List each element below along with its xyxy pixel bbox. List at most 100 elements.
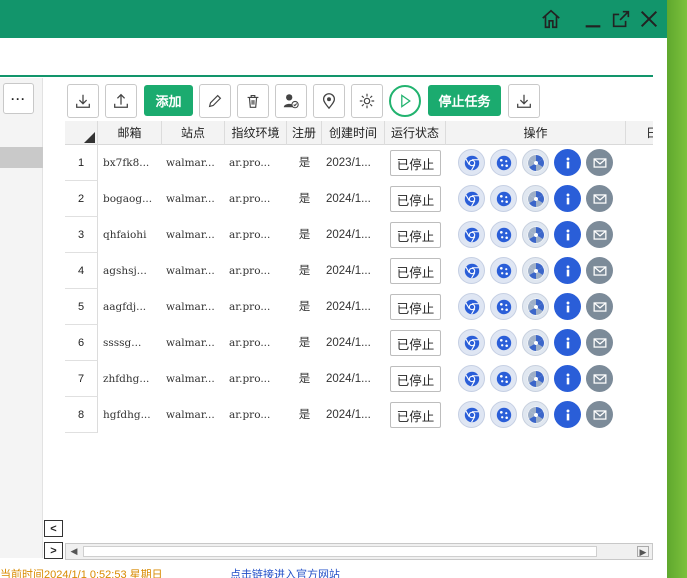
table-row[interactable]: 3 qhfaiohi walmar... ar.pro... 是 2024/1... 已停止 [65, 217, 653, 253]
info-icon[interactable] [554, 149, 581, 176]
created-cell: 2023/1... [326, 157, 371, 169]
column-header[interactable]: 站点 [162, 121, 225, 145]
status-badge[interactable]: 已停止 [390, 222, 441, 248]
gear-icon [359, 93, 375, 109]
column-header[interactable]: 注册 [287, 121, 322, 145]
chrome-icon[interactable] [458, 149, 485, 176]
add-button[interactable]: 添加 [144, 85, 193, 116]
play-icon [401, 94, 411, 108]
start-button[interactable] [389, 85, 421, 117]
horizontal-scrollbar[interactable]: ◀ ▶ [65, 543, 653, 560]
mail-icon[interactable] [586, 293, 613, 320]
column-header[interactable]: 邮箱 [98, 121, 162, 145]
radiation-icon[interactable] [522, 221, 549, 248]
scroll-right-arrow[interactable]: ▶ [637, 546, 649, 557]
status-badge[interactable]: 已停止 [390, 366, 441, 392]
table-row[interactable]: 6 ssssg... walmar... ar.pro... 是 2024/1... 已停止 [65, 325, 653, 361]
user-verify-button[interactable] [275, 84, 307, 118]
chrome-icon[interactable] [458, 257, 485, 284]
mail-icon[interactable] [586, 149, 613, 176]
mail-icon[interactable] [586, 221, 613, 248]
delete-button[interactable] [237, 84, 269, 118]
status-badge[interactable]: 已停止 [390, 150, 441, 176]
more-button[interactable]: ··· [3, 83, 34, 114]
status-badge[interactable]: 已停止 [390, 186, 441, 212]
table-row[interactable]: 5 aagfdj... walmar... ar.pro... 是 2024/1... 已停… [65, 289, 653, 325]
table-row[interactable]: 4 agshsj... walmar... ar.pro... 是 2024/1... 已停… [65, 253, 653, 289]
radiation-icon[interactable] [522, 257, 549, 284]
cookie-icon[interactable] [490, 149, 517, 176]
radiation-icon[interactable] [522, 293, 549, 320]
select-all-corner[interactable] [65, 121, 98, 145]
mail-icon[interactable] [586, 257, 613, 284]
info-icon[interactable] [554, 401, 581, 428]
column-header[interactable]: 操作 [446, 121, 626, 145]
status-badge[interactable]: 已停止 [390, 330, 441, 356]
row-number: 8 [65, 397, 98, 433]
info-icon[interactable] [554, 221, 581, 248]
chrome-icon[interactable] [458, 185, 485, 212]
chrome-icon[interactable] [458, 293, 485, 320]
window-edge [667, 0, 687, 578]
cookie-icon[interactable] [490, 257, 517, 284]
data-grid: 邮箱 站点 指纹环境 注册 创建时间 运行状态 操作 日 1 bx7fk8... w… [65, 121, 653, 521]
radiation-icon[interactable] [522, 329, 549, 356]
scroll-thumb[interactable] [83, 546, 597, 557]
mail-icon[interactable] [586, 329, 613, 356]
left-panel-selected-item[interactable] [0, 147, 43, 168]
table-row[interactable]: 7 zhfdhg... walmar... ar.pro... 是 2024/1... 已停… [65, 361, 653, 397]
location-button[interactable] [313, 84, 345, 118]
column-header[interactable]: 运行状态 [385, 121, 446, 145]
cookie-icon[interactable] [490, 329, 517, 356]
env-cell: ar.pro... [229, 409, 271, 421]
mail-icon[interactable] [586, 185, 613, 212]
chrome-icon[interactable] [458, 365, 485, 392]
status-badge[interactable]: 已停止 [390, 402, 441, 428]
mail-icon[interactable] [586, 401, 613, 428]
cookie-icon[interactable] [490, 365, 517, 392]
home-icon[interactable] [538, 6, 564, 32]
next-button[interactable]: > [44, 542, 63, 559]
edit-button[interactable] [199, 84, 231, 118]
radiation-icon[interactable] [522, 401, 549, 428]
popout-icon[interactable] [608, 6, 634, 32]
column-header[interactable]: 指纹环境 [225, 121, 287, 145]
table-row[interactable]: 1 bx7fk8... walmar... ar.pro... 是 2023/1... 已停… [65, 145, 653, 181]
chrome-icon[interactable] [458, 401, 485, 428]
created-cell: 2024/1... [326, 301, 371, 313]
info-icon[interactable] [554, 185, 581, 212]
chrome-icon[interactable] [458, 221, 485, 248]
row-number: 1 [65, 145, 98, 181]
prev-button[interactable]: < [44, 520, 63, 537]
status-badge[interactable]: 已停止 [390, 258, 441, 284]
column-header[interactable]: 日 [626, 121, 653, 145]
table-row[interactable]: 8 hgfdhg... walmar... ar.pro... 是 2024/1... 已停… [65, 397, 653, 433]
stop-task-button[interactable]: 停止任务 [428, 85, 501, 116]
radiation-icon[interactable] [522, 149, 549, 176]
minimize-icon[interactable] [580, 6, 606, 32]
upload-button[interactable] [105, 84, 137, 118]
settings-button[interactable] [351, 84, 383, 118]
cookie-icon[interactable] [490, 221, 517, 248]
scroll-left-arrow[interactable]: ◀ [69, 546, 79, 557]
chrome-icon[interactable] [458, 329, 485, 356]
created-cell: 2024/1... [326, 193, 371, 205]
cookie-icon[interactable] [490, 185, 517, 212]
cookie-icon[interactable] [490, 293, 517, 320]
download-button[interactable] [67, 84, 99, 118]
cookie-icon[interactable] [490, 401, 517, 428]
info-icon[interactable] [554, 365, 581, 392]
radiation-icon[interactable] [522, 185, 549, 212]
site-cell: walmar... [166, 265, 215, 277]
close-icon[interactable] [636, 6, 662, 32]
info-icon[interactable] [554, 257, 581, 284]
official-site-link[interactable]: 点击链接进入官方网站 [230, 569, 340, 578]
export-button[interactable] [508, 84, 540, 118]
table-row[interactable]: 2 bogaog... walmar... ar.pro... 是 2024/1... 已停… [65, 181, 653, 217]
info-icon[interactable] [554, 329, 581, 356]
mail-icon[interactable] [586, 365, 613, 392]
info-icon[interactable] [554, 293, 581, 320]
status-badge[interactable]: 已停止 [390, 294, 441, 320]
radiation-icon[interactable] [522, 365, 549, 392]
column-header[interactable]: 创建时间 [322, 121, 385, 145]
